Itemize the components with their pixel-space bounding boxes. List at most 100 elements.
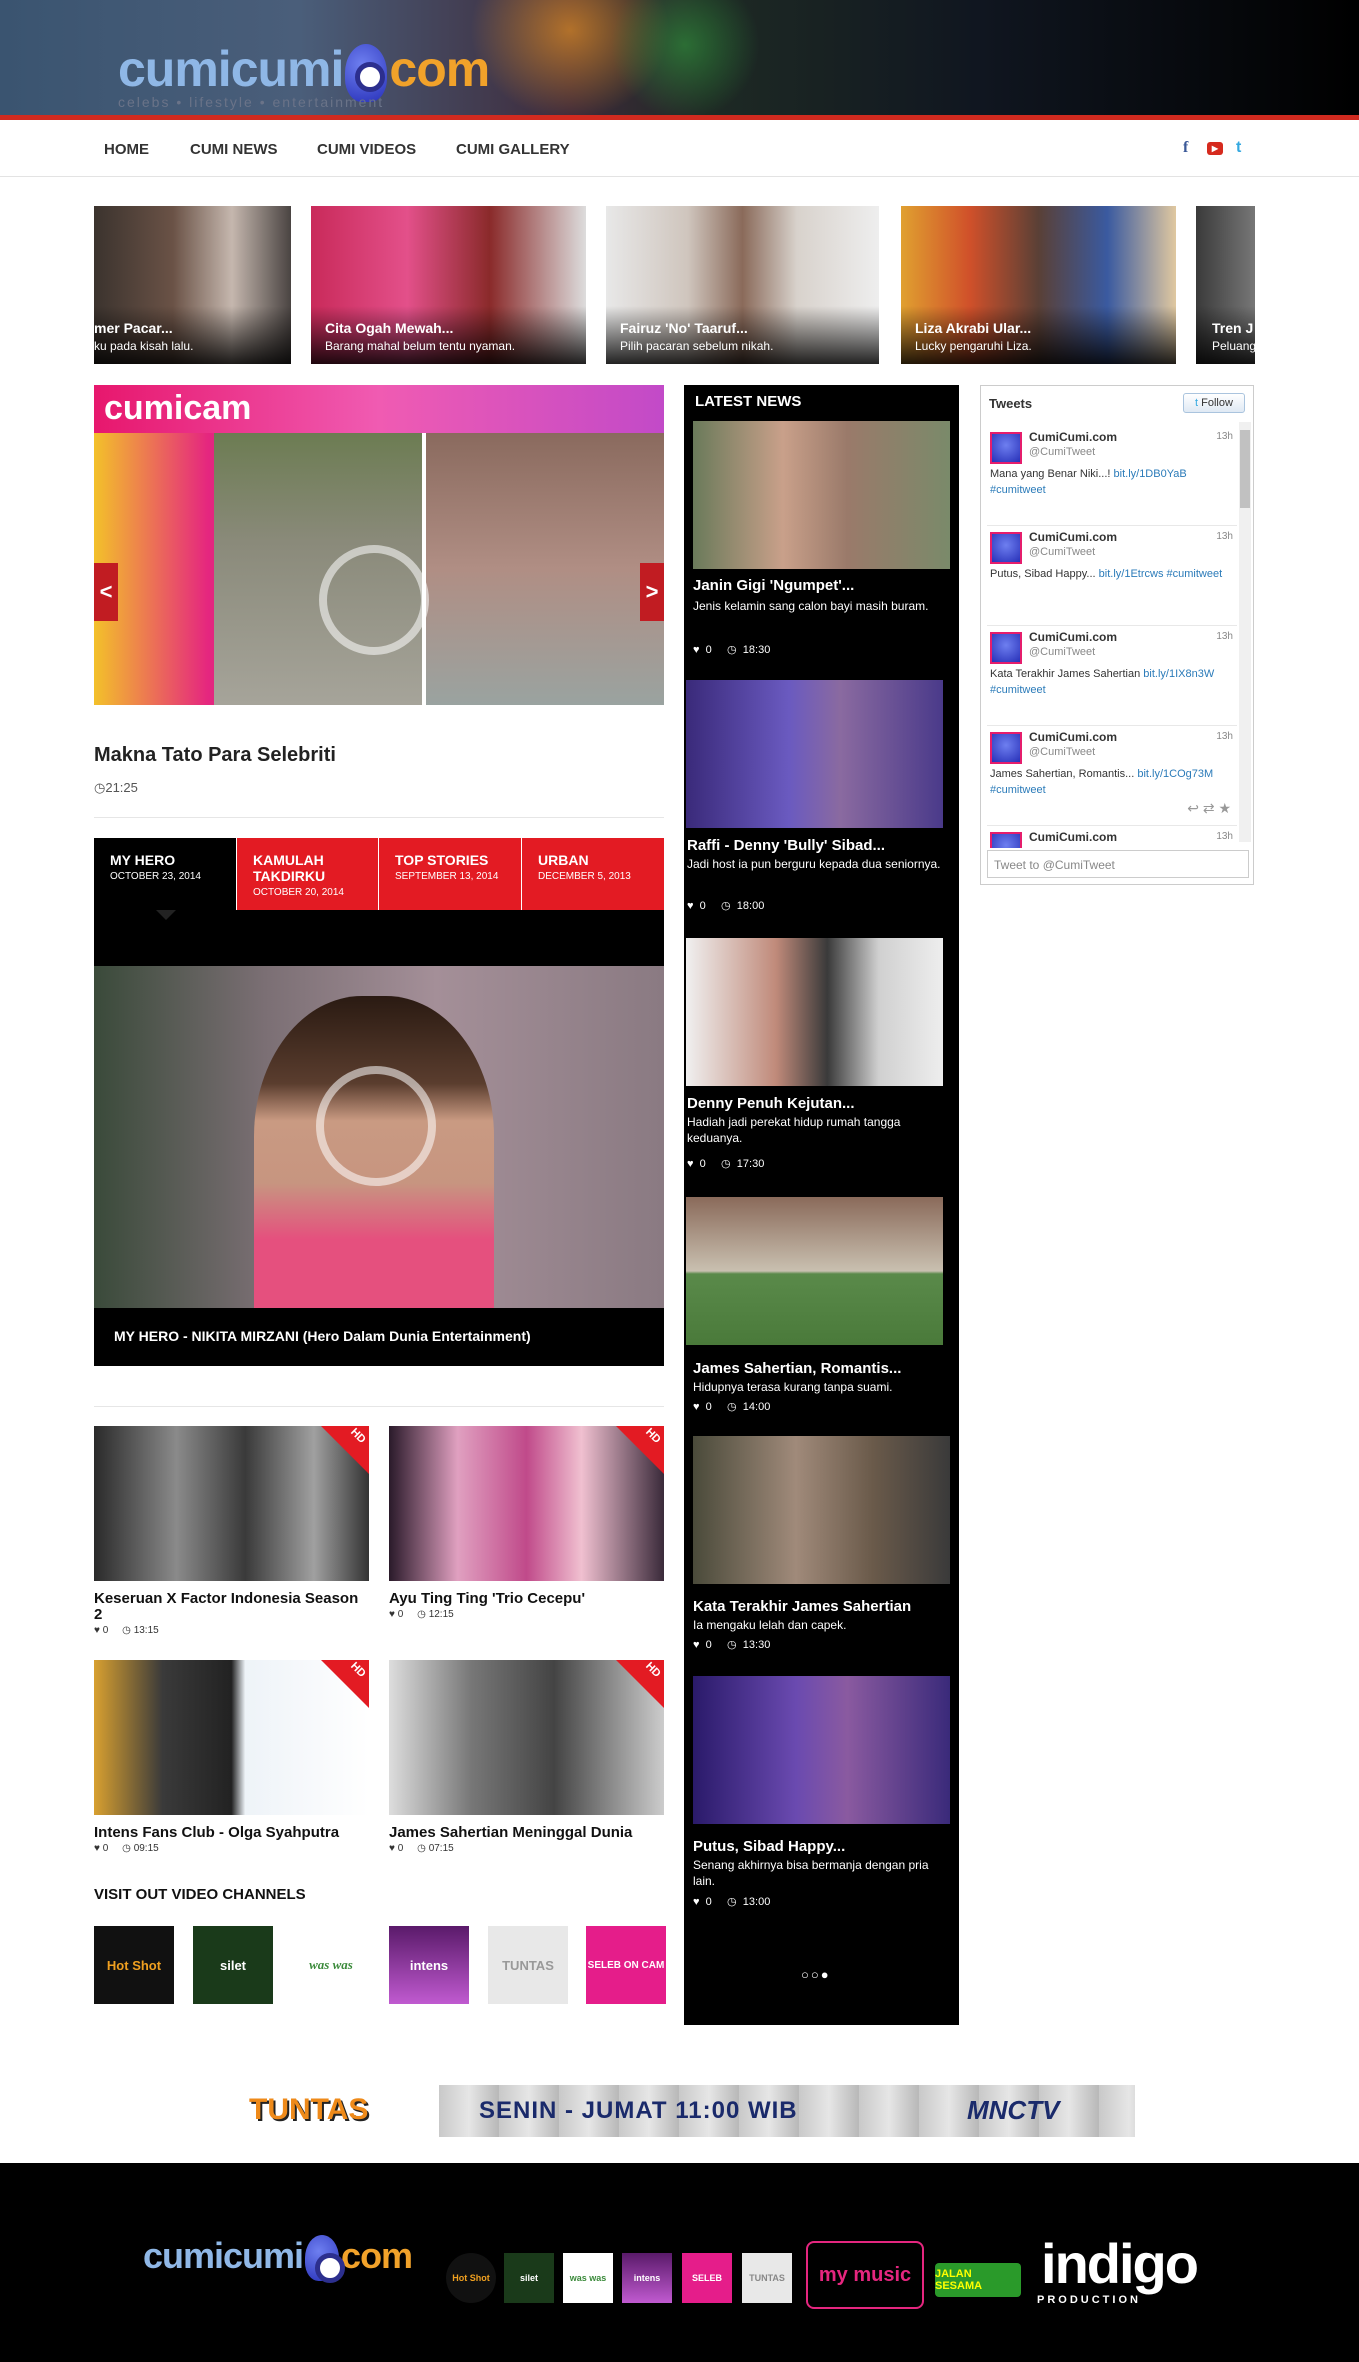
slider-card[interactable]: Liza Akrabi Ular... Lucky pengaruhi Liza. (901, 206, 1176, 364)
tab-date: DECEMBER 5, 2013 (538, 871, 631, 882)
video-card-title[interactable]: Ayu Ting Ting 'Trio Cecepu' (389, 1591, 664, 1607)
footer-logo[interactable]: cumicumi com (143, 2235, 413, 2284)
video-time: 07:15 (428, 1843, 454, 1854)
channel-seleb-on-cam[interactable]: SELEB ON CAM (586, 1926, 666, 2004)
twitter-icon[interactable]: t (1236, 139, 1241, 157)
favorite-icon[interactable]: ★ (1218, 800, 1231, 816)
prev-arrow-icon[interactable]: < (94, 563, 118, 621)
footer-logo-indigo-sub: PRODUCTION (1037, 2294, 1141, 2306)
tab-video-caption[interactable]: MY HERO - NIKITA MIRZANI (Hero Dalam Dun… (114, 1328, 531, 1344)
nav-cumi-gallery[interactable]: CUMI GALLERY (456, 141, 570, 158)
tweet-author[interactable]: CumiCumi.com (1029, 530, 1117, 544)
slider-card-title: Cita Ogah Mewah... (325, 320, 454, 336)
news-meta: ♥ 0 ◷ 14:00 (693, 1401, 771, 1413)
tab-top-stories[interactable]: TOP STORIES SEPTEMBER 13, 2014 (378, 838, 521, 910)
tab-my-hero[interactable]: MY HERO OCTOBER 23, 2014 (94, 838, 236, 910)
tweet-time: 13h (1216, 631, 1233, 642)
channel-intens[interactable]: intens (389, 1926, 469, 2004)
tab-video[interactable] (94, 966, 664, 1308)
video-card[interactable]: HD James Sahertian Meninggal Dunia ♥ 0 ◷… (389, 1660, 664, 1854)
like-count: 0 (102, 1625, 109, 1636)
retweet-icon[interactable]: ⇄ (1203, 800, 1215, 816)
video-card[interactable]: HD Intens Fans Club - Olga Syahputra ♥ 0… (94, 1660, 369, 1854)
tweet-item[interactable]: CumiCumi.com @CumiTweet 13h Kata Terakhi… (987, 626, 1237, 726)
news-title[interactable]: Denny Penuh Kejutan... (687, 1095, 855, 1112)
channel-tuntas[interactable]: TUNTAS (488, 1926, 568, 2004)
tweet-item[interactable]: CumiCumi.com @CumiTweet 13h James Sahert… (987, 726, 1237, 826)
tweet-item[interactable]: CumiCumi.com 13h (987, 826, 1237, 848)
video-time: 09:15 (133, 1843, 159, 1854)
footer-logo-my-music[interactable]: my music (806, 2241, 924, 2309)
video-card-title[interactable]: Intens Fans Club - Olga Syahputra (94, 1825, 369, 1841)
tab-urban[interactable]: URBAN DECEMBER 5, 2013 (521, 838, 664, 910)
divider (94, 817, 664, 818)
play-icon[interactable] (316, 1066, 436, 1186)
avatar (990, 632, 1022, 664)
tweet-input[interactable]: Tweet to @CumiTweet (987, 850, 1249, 878)
footer-logo-hot-shot[interactable]: Hot Shot (446, 2253, 496, 2303)
tab-kamulah-takdirku[interactable]: KAMULAH TAKDIRKU OCTOBER 20, 2014 (236, 838, 378, 910)
footer-logo-was-was[interactable]: was was (563, 2253, 613, 2303)
nav-home[interactable]: HOME (104, 141, 149, 158)
tweet-link[interactable]: bit.ly/1IX8n3W (1143, 668, 1214, 680)
youtube-icon[interactable]: ▶ (1207, 142, 1223, 155)
footer-logo-tuntas[interactable]: TUNTAS (742, 2253, 792, 2303)
tweet-author[interactable]: CumiCumi.com (1029, 830, 1117, 844)
clock-icon: ◷ (94, 780, 106, 795)
follow-button[interactable]: t Follow (1183, 393, 1245, 413)
tweet-item[interactable]: CumiCumi.com @CumiTweet 13h Mana yang Be… (987, 426, 1237, 526)
next-arrow-icon[interactable]: > (640, 563, 664, 621)
tweet-actions[interactable]: ↩ ⇄ ★ (1187, 800, 1231, 817)
footer-logo-jalan-sesama[interactable]: JALAN SESAMA (935, 2263, 1021, 2297)
channel-was-was[interactable]: was was (291, 1926, 371, 2004)
main-nav: HOME CUMI NEWS CUMI VIDEOS CUMI GALLERY … (0, 125, 1359, 177)
cumicam-video[interactable]: cumicam < > (94, 385, 664, 705)
tweet-hashtag[interactable]: #cumitweet (990, 684, 1046, 696)
video-card-title[interactable]: Keseruan X Factor Indonesia Season 2 (94, 1591, 369, 1623)
channel-hot-shot[interactable]: Hot Shot (94, 1926, 174, 2004)
slider-card[interactable]: Fairuz 'No' Taaruf... Pilih pacaran sebel… (606, 206, 879, 364)
channel-silet[interactable]: silet (193, 1926, 273, 2004)
nav-cumi-videos[interactable]: CUMI VIDEOS (317, 141, 416, 158)
news-title[interactable]: James Sahertian, Romantis... (693, 1360, 901, 1377)
tweet-link[interactable]: bit.ly/1COg73M (1137, 768, 1213, 780)
site-logo[interactable]: cumicumi com (118, 40, 490, 102)
footer-logo-intens[interactable]: intens (622, 2253, 672, 2303)
slider-card[interactable]: Tren J Peluang (1196, 206, 1255, 364)
tuntas-banner[interactable]: TUNTAS SENIN - JUMAT 11:00 WIB MNCTV (249, 2085, 1135, 2137)
slider-card-sub: ku pada kisah lalu. (94, 339, 194, 353)
tweet-hashtag[interactable]: #cumitweet (1167, 568, 1223, 580)
video-card[interactable]: HD Ayu Ting Ting 'Trio Cecepu' ♥ 0 ◷ 12:… (389, 1426, 664, 1620)
tweet-item[interactable]: CumiCumi.com @CumiTweet 13h Putus, Sibad… (987, 526, 1237, 626)
reply-icon[interactable]: ↩ (1187, 800, 1199, 816)
tweet-author[interactable]: CumiCumi.com (1029, 430, 1117, 444)
news-sub: Jenis kelamin sang calon bayi masih bura… (693, 599, 929, 613)
tweet-hashtag[interactable]: #cumitweet (990, 784, 1046, 796)
slider-card[interactable]: mer Pacar... ku pada kisah lalu. (94, 206, 291, 364)
cumicam-title[interactable]: Makna Tato Para Selebriti (94, 744, 336, 767)
play-icon[interactable] (319, 545, 429, 655)
video-tabs: MY HERO OCTOBER 23, 2014 KAMULAH TAKDIRKU… (94, 838, 664, 1366)
footer-logo-silet[interactable]: silet (504, 2253, 554, 2303)
tweet-link[interactable]: bit.ly/1DB0YaB (1114, 468, 1187, 480)
pagination-dots[interactable]: ○○● (801, 1967, 831, 1982)
tweets-title: Tweets (989, 396, 1033, 411)
video-card[interactable]: HD Keseruan X Factor Indonesia Season 2 … (94, 1426, 369, 1636)
tweet-author[interactable]: CumiCumi.com (1029, 730, 1117, 744)
tweet-author[interactable]: CumiCumi.com (1029, 630, 1117, 644)
tweet-link[interactable]: bit.ly/1Etrcws (1099, 568, 1164, 580)
facebook-icon[interactable]: f (1183, 139, 1188, 157)
news-title[interactable]: Raffi - Denny 'Bully' Sibad... (687, 837, 885, 854)
footer-logo-seleb[interactable]: SELEB (682, 2253, 732, 2303)
tweet-hashtag[interactable]: #cumitweet (990, 484, 1046, 496)
news-title[interactable]: Putus, Sibad Happy... (693, 1838, 845, 1855)
like-count: 0 (102, 1843, 109, 1854)
video-card-title[interactable]: James Sahertian Meninggal Dunia (389, 1825, 664, 1841)
slider-card[interactable]: Cita Ogah Mewah... Barang mahal belum ten… (311, 206, 586, 364)
news-title[interactable]: Janin Gigi 'Ngumpet'... (693, 577, 854, 594)
logo-tagline: celebs • lifestyle • entertainment (118, 94, 385, 110)
nav-cumi-news[interactable]: CUMI NEWS (190, 141, 278, 158)
news-title[interactable]: Kata Terakhir James Sahertian (693, 1598, 911, 1615)
tweets-scrollbar[interactable] (1239, 422, 1251, 842)
footer-logo-indigo[interactable]: indigo (1034, 2232, 1204, 2295)
